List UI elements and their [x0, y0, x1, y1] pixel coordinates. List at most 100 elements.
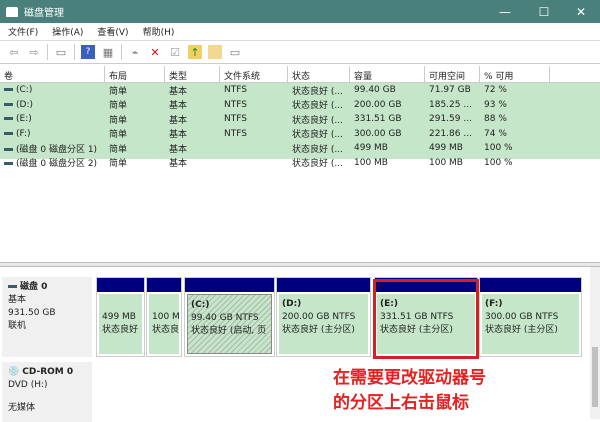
forward-icon[interactable]: ⇨ [27, 45, 41, 59]
col-type[interactable]: 类型 [165, 66, 220, 82]
partition-3[interactable]: (D:) 200.00 GB NTFS 状态良好 (主分区) [276, 277, 371, 357]
folder-icon[interactable] [208, 45, 222, 59]
cell-layout: 简单 [105, 142, 165, 155]
col-free[interactable]: 可用空间 [425, 66, 480, 82]
partition-1[interactable]: 100 M 状态良 [146, 277, 182, 357]
list-icon[interactable]: ▦ [101, 45, 115, 59]
cell-text: 74 % [484, 128, 507, 139]
col-filesystem[interactable]: 文件系统 [220, 66, 288, 82]
maximize-button[interactable]: ☐ [525, 0, 563, 23]
cdrom0-label[interactable]: 💿 CD-ROM 0 DVD (H:) 无媒体 [2, 362, 92, 422]
partition-bar [97, 278, 144, 292]
partition-status: 状态良好 (启动, 页 [191, 326, 267, 336]
partition-label: (F:) [485, 299, 503, 309]
partition-0[interactable]: 499 MB 状态良好 [96, 277, 145, 357]
disk0-size: 931.50 GB [8, 308, 56, 318]
menu-help[interactable]: 帮助(H) [143, 25, 175, 38]
cell-text: 499 MB [429, 143, 463, 154]
cell-status: 状态良好 (... [288, 127, 350, 140]
cell-text: 499 MB [354, 143, 388, 154]
disk-graph-view: 磁盘 0 基本 931.50 GB 联机 499 MB 状态良好 100 M 状态良 (… [0, 267, 590, 422]
table-row[interactable]: (F:) 简单 基本 NTFS 状态良好 (... 300.00 GB 221.86 ...… [0, 127, 600, 142]
partition-size: 300.00 GB NTFS [485, 312, 559, 322]
cell-text: 291.59 ... [429, 114, 472, 125]
cell-volume: (磁盘 0 磁盘分区 1) [0, 142, 105, 155]
cell-status: 状态良好 (... [288, 113, 350, 126]
cell-text: 基本 [169, 115, 188, 126]
check-icon[interactable]: ☑ [168, 45, 182, 59]
col-volume[interactable]: 卷 [0, 66, 105, 82]
cell-text: (磁盘 0 磁盘分区 1) [16, 144, 98, 155]
partition-5[interactable]: (F:) 300.00 GB NTFS 状态良好 (主分区) [479, 277, 582, 357]
menu-view[interactable]: 查看(V) [97, 25, 128, 38]
col-status[interactable]: 状态 [288, 66, 350, 82]
menu-action[interactable]: 操作(A) [52, 25, 83, 38]
partition-label: (D:) [282, 299, 302, 309]
partition-status: 状态良好 (主分区) [282, 325, 355, 335]
cell-text: 300.00 GB [354, 128, 402, 139]
cell-text: 基本 [169, 86, 188, 97]
disk0-status: 联机 [8, 321, 27, 331]
cell-percent-free: 100 % [480, 158, 550, 168]
disk-icon [8, 285, 17, 288]
cell-text: 99.40 GB [354, 85, 396, 96]
partition-body: (F:) 300.00 GB NTFS 状态良好 (主分区) [482, 294, 579, 354]
partition-size: 99.40 GB NTFS [191, 313, 259, 323]
cell-text: (C:) [16, 85, 33, 96]
delete-icon[interactable]: ✕ [148, 45, 162, 59]
partition-bar [277, 278, 370, 292]
disk-management-icon [6, 6, 18, 17]
table-row[interactable]: (D:) 简单 基本 NTFS 状态良好 (... 200.00 GB 185.25 ...… [0, 98, 600, 113]
console-icon[interactable]: ▭ [228, 45, 242, 59]
partition-bar [147, 278, 181, 292]
import-icon[interactable]: ↑ [188, 45, 202, 59]
col-percent-free[interactable]: % 可用 [480, 66, 550, 82]
cell-text: 185.25 ... [429, 99, 472, 110]
connect-icon[interactable]: ⌁ [128, 45, 142, 59]
back-icon[interactable]: ⇦ [7, 45, 21, 59]
disk0-label[interactable]: 磁盘 0 基本 931.50 GB 联机 [2, 277, 92, 357]
partition-status: 状态良好 [102, 325, 139, 335]
toolbar: ⇦ ⇨ ▭ ? ▦ ⌁ ✕ ☑ ↑ ▭ [0, 41, 600, 64]
cell-text: NTFS [224, 114, 247, 125]
cell-text: 221.86 ... [429, 128, 472, 139]
help-icon[interactable]: ? [81, 45, 95, 59]
close-button[interactable]: ✕ [562, 0, 600, 23]
cell-filesystem: NTFS [220, 85, 288, 95]
scrollbar[interactable] [590, 267, 600, 419]
cell-free: 221.86 ... [425, 129, 480, 139]
volume-icon [4, 88, 13, 92]
cell-text: 状态良好 (... [292, 86, 343, 97]
cell-capacity: 200.00 GB [350, 100, 425, 110]
cell-text: 200.00 GB [354, 99, 402, 110]
cell-text: (E:) [16, 114, 32, 125]
cell-text: NTFS [224, 128, 247, 139]
cell-filesystem: NTFS [220, 100, 288, 110]
col-layout[interactable]: 布局 [105, 66, 165, 82]
table-row[interactable]: (C:) 简单 基本 NTFS 状态良好 (... 99.40 GB 71.97 GB 72 … [0, 83, 600, 98]
partition-body: 499 MB 状态良好 [99, 294, 142, 354]
cell-percent-free: 74 % [480, 129, 550, 139]
cell-text: 331.51 GB [354, 114, 402, 125]
cell-capacity: 99.40 GB [350, 85, 425, 95]
cell-filesystem: NTFS [220, 129, 288, 139]
partition-2[interactable]: (C:) 99.40 GB NTFS 状态良好 (启动, 页 [184, 277, 275, 357]
cell-text: 基本 [169, 101, 188, 112]
col-capacity[interactable]: 容量 [350, 66, 425, 82]
cell-capacity: 100 MB [350, 158, 425, 168]
cell-text: 简单 [109, 159, 128, 170]
cell-volume: (D:) [0, 100, 105, 110]
cell-text: (磁盘 0 磁盘分区 2) [16, 159, 98, 170]
cell-free: 100 MB [425, 158, 480, 168]
table-row[interactable]: (磁盘 0 磁盘分区 1) 简单 基本 状态良好 (... 499 MB 499 MB 10… [0, 141, 600, 156]
cell-text: 状态良好 (... [292, 144, 343, 155]
table-row[interactable]: (E:) 简单 基本 NTFS 状态良好 (... 331.51 GB 291.59 ...… [0, 112, 600, 127]
properties-icon[interactable]: ▭ [54, 45, 68, 59]
menu-file[interactable]: 文件(F) [8, 25, 38, 38]
scroll-thumb[interactable] [592, 347, 598, 407]
partition-bar [185, 278, 274, 292]
minimize-button[interactable]: — [486, 0, 524, 23]
cell-type: 基本 [165, 142, 220, 155]
cell-capacity: 499 MB [350, 143, 425, 153]
table-row[interactable]: (磁盘 0 磁盘分区 2) 简单 基本 状态良好 (... 100 MB 100 MB 10… [0, 156, 600, 171]
